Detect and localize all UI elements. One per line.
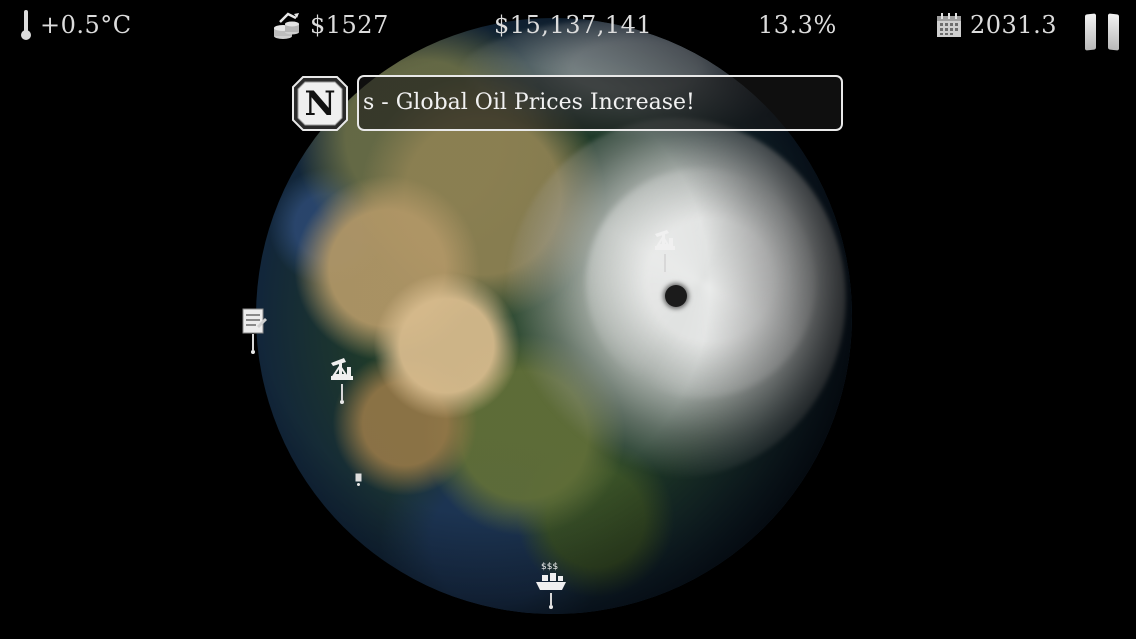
pause-icon	[1085, 13, 1096, 51]
marker-pin	[550, 593, 552, 605]
temperature-stat: +0.5°C	[20, 8, 132, 42]
date-value: 2031.3	[970, 11, 1057, 39]
document-marker[interactable]	[242, 308, 268, 356]
oil-pump-marker-2[interactable]	[329, 356, 355, 406]
marker-dot	[340, 400, 344, 404]
budget-value: $15,137,141	[494, 11, 653, 39]
marker-pin	[252, 334, 254, 350]
news-headline: s - Global Oil Prices Increase!	[363, 90, 695, 115]
oil-platform-icon	[534, 573, 568, 595]
marker-dot	[549, 605, 553, 609]
oil-platform-marker[interactable]: $$$	[534, 562, 568, 614]
document-icon	[355, 473, 363, 483]
oil-pump-marker[interactable]	[653, 228, 677, 278]
marker-pin	[664, 254, 666, 272]
money-value: $1527	[310, 11, 389, 39]
pause-button[interactable]	[1082, 12, 1124, 52]
budget-stat: $15,137,141	[494, 8, 652, 42]
calendar-icon	[936, 12, 962, 38]
marker-dot	[357, 483, 360, 486]
money-stat: $1527	[272, 8, 389, 42]
date-stat: 2031.3	[936, 8, 1057, 42]
news-ticker[interactable]: s - Global Oil Prices Increase!	[357, 75, 843, 131]
marker-dot	[663, 272, 667, 276]
small-document-marker[interactable]	[355, 473, 363, 487]
marker-pin	[341, 384, 343, 400]
oil-pump-icon	[329, 356, 355, 384]
oil-platform-label: $$$	[541, 562, 559, 572]
percentage-stat: 13.3%	[758, 8, 837, 42]
coin-stack-icon	[272, 10, 302, 40]
oil-pump-icon	[653, 228, 677, 254]
marker-dot	[251, 350, 255, 354]
game-viewport: +0.5°C $1527 $15,137,141 13.3% 2031.3 N …	[0, 0, 1136, 639]
document-icon	[242, 308, 268, 334]
temperature-value: +0.5°C	[40, 11, 132, 39]
pause-icon-bar	[1108, 13, 1119, 51]
news-badge[interactable]: N	[291, 75, 349, 132]
percentage-value: 13.3%	[758, 11, 837, 39]
thermometer-icon	[20, 9, 32, 41]
news-badge-letter: N	[304, 83, 336, 124]
